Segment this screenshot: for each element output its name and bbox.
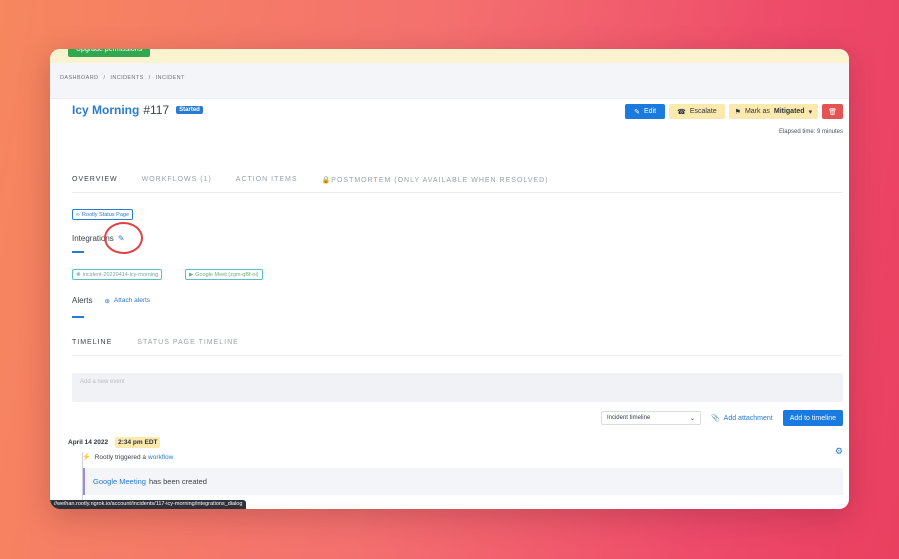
alerts-label: Alerts	[72, 296, 93, 305]
flag-icon: ⚑	[734, 108, 741, 116]
alerts-header: Alerts ⊕ Attach alerts	[72, 296, 150, 305]
timeline-date: April 14 2022	[68, 439, 109, 446]
edit-icon: ✎	[634, 108, 641, 116]
incident-tabs: OVERVIEW WORKFLOWS (1) ACTION ITEMS 🔒POS…	[72, 176, 549, 184]
attach-alerts-label: Attach alerts	[113, 297, 151, 304]
timeline-controls: Incident timeline ⌄ 📎 Add attachment Add…	[600, 410, 843, 426]
status-page-chip-label: Rootly Status Page	[81, 211, 130, 218]
status-badge: Started	[176, 106, 203, 114]
new-event-input[interactable]: Add a new event	[72, 373, 843, 402]
incident-actions: ✎ Edit ☎ Escalate ⚑ Mark as Mitigated ▾ …	[625, 104, 843, 119]
breadcrumb-separator: /	[148, 75, 151, 81]
paperclip-icon: 📎	[710, 415, 720, 422]
caret-down-icon[interactable]: ▾	[809, 108, 813, 116]
trash-icon: 🗑	[828, 108, 837, 116]
edit-label: Edit	[644, 108, 657, 115]
chevron-down-icon: ⌄	[689, 415, 695, 422]
escalate-label: Escalate	[689, 108, 717, 115]
app-window: Upgrade permissions DASHBOARD / INCIDENT…	[50, 49, 849, 509]
timeline-date-row: April 14 2022 2:34 pm EDT	[68, 437, 161, 448]
timeline-tabs: TIMELINE STATUS PAGE TIMELINE	[72, 339, 239, 346]
mitigate-prefix: Mark as	[744, 108, 770, 115]
integration-chip-google-meet[interactable]: ▶ Google Meet (zgm-qBf-ni)	[185, 269, 263, 280]
permissions-banner: Upgrade permissions	[50, 49, 849, 63]
tab-timeline[interactable]: TIMELINE	[72, 339, 112, 346]
tab-action-items[interactable]: ACTION ITEMS	[236, 176, 298, 184]
trigger-text: Rootly triggered a	[94, 453, 147, 461]
status-page-chip[interactable]: ∞ Rootly Status Page	[72, 209, 134, 220]
highlight-circle	[104, 222, 143, 254]
google-meeting-link[interactable]: Google Meeting	[93, 477, 146, 486]
phone-icon: ☎	[677, 108, 686, 116]
tab-status-page-timeline[interactable]: STATUS PAGE TIMELINE	[137, 339, 239, 346]
escalate-button[interactable]: ☎ Escalate	[669, 104, 725, 119]
tab-postmortem-label: POSTMORTEM (ONLY AVAILABLE WHEN RESOLVED…	[331, 177, 549, 184]
integration-chip-label: Google Meet (zgm-qBf-ni)	[195, 271, 259, 278]
add-attachment-label: Add attachment	[723, 414, 773, 422]
timeline-select-value: Incident timeline	[606, 415, 651, 421]
incident-name: Icy Morning	[72, 103, 140, 117]
add-attachment-link[interactable]: 📎 Add attachment	[710, 414, 773, 423]
breadcrumb-separator: /	[103, 75, 106, 81]
plus-circle-icon: ⊕	[104, 297, 110, 305]
breadcrumb-incidents[interactable]: INCIDENTS	[110, 75, 143, 81]
tab-overview[interactable]: OVERVIEW	[72, 176, 118, 184]
upgrade-permissions-button[interactable]: Upgrade permissions	[68, 49, 151, 57]
timeline-time-badge: 2:34 pm EDT	[115, 437, 161, 448]
tabs-divider	[72, 192, 843, 193]
video-icon: ▶	[189, 271, 194, 278]
gear-icon[interactable]: ⚙	[835, 446, 843, 457]
breadcrumb-incident: INCIDENT	[155, 75, 185, 81]
timeline-event-card: Google Meeting has been created	[83, 468, 843, 495]
slack-icon: ❋	[76, 271, 81, 278]
elapsed-time: Elapsed time: 9 minutes	[778, 129, 843, 135]
tab-postmortem: 🔒POSTMORTEM (ONLY AVAILABLE WHEN RESOLVE…	[322, 176, 549, 184]
bolt-icon: ⚡	[82, 454, 91, 461]
breadcrumb: DASHBOARD / INCIDENTS / INCIDENT	[60, 75, 185, 81]
add-to-timeline-button[interactable]: Add to timeline	[782, 410, 843, 426]
integrations-underline	[72, 251, 84, 253]
integration-chip-slack[interactable]: ❋ incident-20220414-icy-morning	[72, 269, 163, 280]
lock-icon: 🔒	[321, 177, 332, 184]
integration-chip-label: incident-20220414-icy-morning	[82, 271, 159, 278]
timeline-select[interactable]: Incident timeline ⌄	[600, 411, 701, 425]
edit-button[interactable]: ✎ Edit	[625, 104, 666, 119]
mark-as-mitigated-button[interactable]: ⚑ Mark as Mitigated ▾	[728, 104, 819, 119]
event-card-text: has been created	[148, 477, 207, 486]
status-bar-url: //weihan.rootly.ngrok.io/account/inciden…	[50, 500, 247, 509]
timeline-trigger-entry: ⚡ Rootly triggered a workflow	[82, 453, 173, 462]
timeline-tabs-divider	[72, 355, 843, 356]
incident-title: Icy Morning #117 Started	[72, 103, 203, 117]
workflow-link[interactable]: workflow	[148, 454, 173, 461]
alerts-underline	[72, 316, 84, 318]
incident-number: #117	[143, 103, 170, 117]
tab-workflows[interactable]: WORKFLOWS (1)	[142, 176, 212, 184]
delete-button[interactable]: 🗑	[822, 104, 843, 119]
subnav: DASHBOARD / INCIDENTS / INCIDENT	[50, 63, 849, 99]
mitigate-value: Mitigated	[773, 108, 805, 115]
attach-alerts-link[interactable]: ⊕ Attach alerts	[104, 297, 150, 305]
breadcrumb-dashboard[interactable]: DASHBOARD	[60, 75, 98, 81]
link-icon: ∞	[76, 211, 80, 218]
